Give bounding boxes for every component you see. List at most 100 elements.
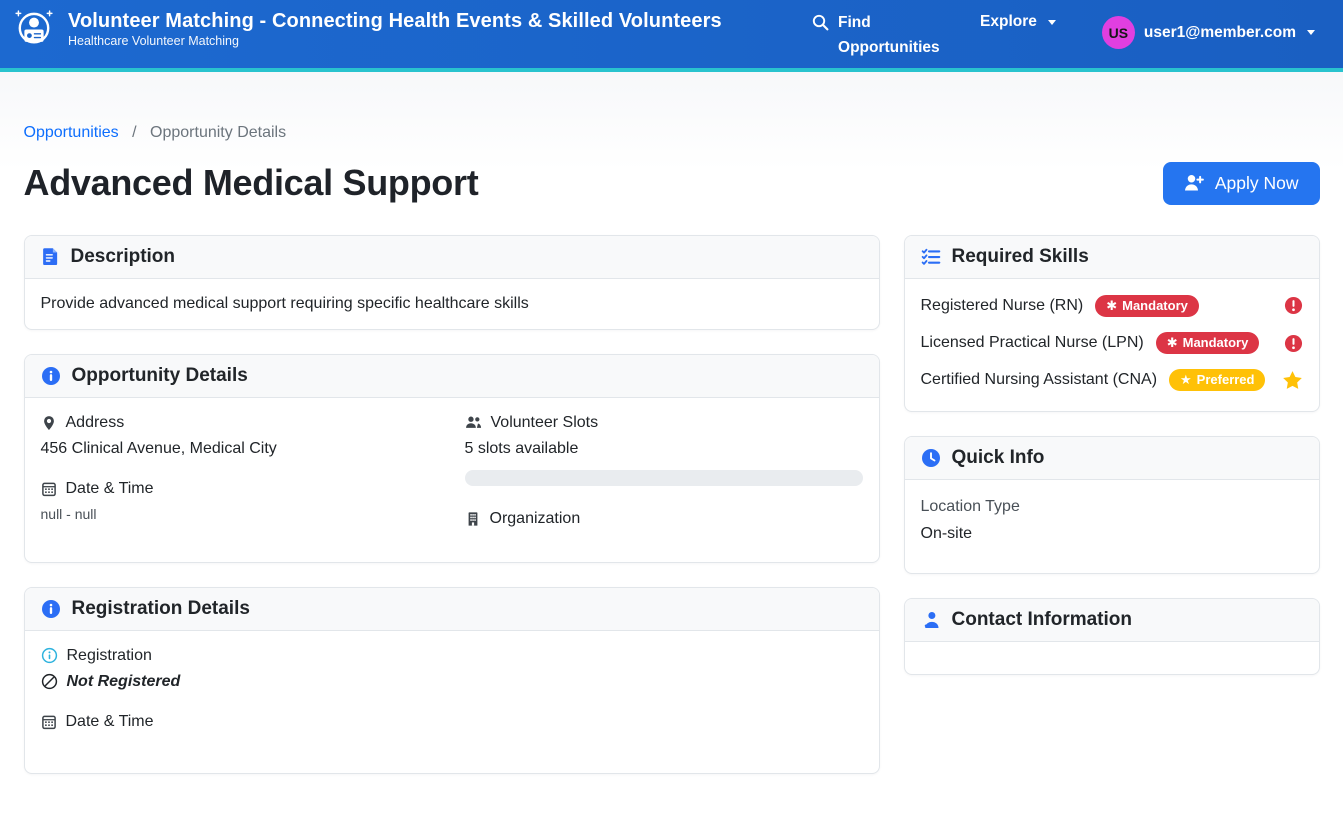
asterisk-icon: ✱ (1106, 299, 1117, 313)
datetime-label-row: Date & Time (41, 480, 439, 498)
user-menu[interactable]: US user1@member.com (1102, 16, 1315, 49)
nav-explore-label: Explore (980, 13, 1037, 31)
breadcrumb-opportunities-link[interactable]: Opportunities (24, 124, 119, 141)
quick-info-card: Quick Info Location Type On-site (904, 436, 1320, 574)
datetime-label: Date & Time (66, 480, 154, 498)
person-plus-icon (1184, 173, 1204, 193)
slash-circle-icon (41, 673, 58, 690)
required-skills-card-title: Required Skills (952, 246, 1089, 268)
chevron-down-icon (1048, 20, 1056, 25)
badge-label: Mandatory (1183, 336, 1249, 350)
registration-details-card-title: Registration Details (72, 598, 250, 620)
brand-subtitle: Healthcare Volunteer Matching (68, 34, 722, 48)
brand-logo-icon (12, 7, 56, 51)
quick-info-card-header: Quick Info (905, 437, 1319, 480)
skill-name: Certified Nursing Assistant (CNA) (921, 371, 1158, 389)
registration-details-card: Registration Details Registration (24, 587, 880, 774)
registration-datetime-label: Date & Time (66, 713, 154, 731)
page-title: Advanced Medical Support (24, 162, 479, 204)
brand-link[interactable]: Volunteer Matching - Connecting Health E… (12, 7, 722, 51)
details-right: Volunteer Slots 5 slots available (465, 414, 863, 542)
search-icon (812, 11, 829, 31)
info-circle-icon (41, 599, 61, 619)
organization-label-row: Organization (465, 510, 863, 528)
contact-information-card: Contact Information (904, 598, 1320, 675)
person-icon (921, 610, 941, 630)
file-text-icon (41, 247, 60, 266)
location-type-value: On-site (921, 525, 1303, 543)
chevron-down-icon (1307, 30, 1315, 35)
description-text: Provide advanced medical support requiri… (41, 295, 863, 313)
organization-label: Organization (490, 510, 581, 528)
contact-information-body (905, 642, 1319, 674)
required-skills-card-header: Required Skills (905, 236, 1319, 279)
user-email: user1@member.com (1144, 24, 1296, 42)
badge-label: Mandatory (1122, 299, 1188, 313)
opportunity-details-card: Opportunity Details Address 456 Clin (24, 354, 880, 563)
people-icon (465, 414, 482, 431)
skill-name: Licensed Practical Nurse (LPN) (921, 334, 1144, 352)
registration-label: Registration (67, 647, 152, 665)
title-row: Advanced Medical Support Apply Now (24, 162, 1320, 205)
description-card-header: Description (25, 236, 879, 279)
mandatory-badge: ✱ Mandatory (1095, 295, 1199, 317)
badge-label: Preferred (1197, 373, 1255, 387)
navbar: Volunteer Matching - Connecting Health E… (0, 0, 1343, 72)
star-fill-icon (1282, 370, 1303, 391)
quick-info-card-title: Quick Info (952, 447, 1045, 469)
slots-value: 5 slots available (465, 440, 863, 458)
breadcrumb-separator: / (132, 124, 136, 141)
exclamation-circle-icon (1284, 334, 1303, 353)
right-column: Required Skills Registered Nurse (RN) ✱ … (904, 235, 1320, 700)
slots-label-row: Volunteer Slots (465, 414, 863, 432)
datetime-value: null - null (41, 506, 439, 522)
address-label: Address (66, 414, 125, 432)
star-icon: ★ (1180, 373, 1192, 387)
clock-icon (921, 448, 941, 468)
contact-information-card-header: Contact Information (905, 599, 1319, 642)
calendar-icon (41, 714, 57, 730)
info-circle-icon (41, 366, 61, 386)
registration-status: Not Registered (67, 673, 181, 691)
registration-label-row: Registration (41, 647, 863, 665)
skill-name: Registered Nurse (RN) (921, 297, 1084, 315)
skill-row: Licensed Practical Nurse (LPN) ✱ Mandato… (921, 332, 1303, 354)
nav-find-label: Find Opportunities (838, 11, 940, 61)
breadcrumb: Opportunities / Opportunity Details (24, 124, 1320, 142)
list-check-icon (921, 247, 941, 267)
apply-now-label: Apply Now (1215, 173, 1299, 194)
apply-now-button[interactable]: Apply Now (1163, 162, 1320, 205)
details-left: Address 456 Clinical Avenue, Medical Cit… (41, 414, 439, 542)
slots-progress-bar (465, 470, 863, 486)
skill-row: Certified Nursing Assistant (CNA) ★ Pref… (921, 369, 1303, 391)
calendar-icon (41, 481, 57, 497)
geo-pin-icon (41, 415, 57, 431)
building-icon (465, 511, 481, 527)
breadcrumb-current: Opportunity Details (150, 124, 286, 141)
navbar-links: Find Opportunities Explore US user1@memb… (812, 7, 1315, 61)
mandatory-badge: ✱ Mandatory (1156, 332, 1260, 354)
registration-details-card-header: Registration Details (25, 588, 879, 631)
address-label-row: Address (41, 414, 439, 432)
opportunity-details-card-title: Opportunity Details (72, 365, 248, 387)
skill-row: Registered Nurse (RN) ✱ Mandatory (921, 295, 1303, 317)
description-card: Description Provide advanced medical sup… (24, 235, 880, 330)
slots-label: Volunteer Slots (491, 414, 599, 432)
opportunity-details-card-header: Opportunity Details (25, 355, 879, 398)
location-type-label: Location Type (921, 498, 1303, 516)
asterisk-icon: ✱ (1167, 336, 1178, 350)
avatar: US (1102, 16, 1135, 49)
description-card-title: Description (71, 246, 176, 268)
exclamation-circle-icon (1284, 296, 1303, 315)
preferred-badge: ★ Preferred (1169, 369, 1265, 391)
info-outline-icon (41, 647, 58, 664)
left-column: Description Provide advanced medical sup… (24, 235, 880, 798)
nav-find-opportunities[interactable]: Find Opportunities (812, 11, 934, 61)
contact-information-card-title: Contact Information (952, 609, 1133, 631)
nav-explore[interactable]: Explore (980, 13, 1056, 31)
address-value: 456 Clinical Avenue, Medical City (41, 440, 439, 458)
brand-title: Volunteer Matching - Connecting Health E… (68, 10, 722, 33)
main-content: Opportunities / Opportunity Details Adva… (12, 72, 1332, 820)
registration-status-row: Not Registered (41, 673, 863, 691)
required-skills-card: Required Skills Registered Nurse (RN) ✱ … (904, 235, 1320, 413)
